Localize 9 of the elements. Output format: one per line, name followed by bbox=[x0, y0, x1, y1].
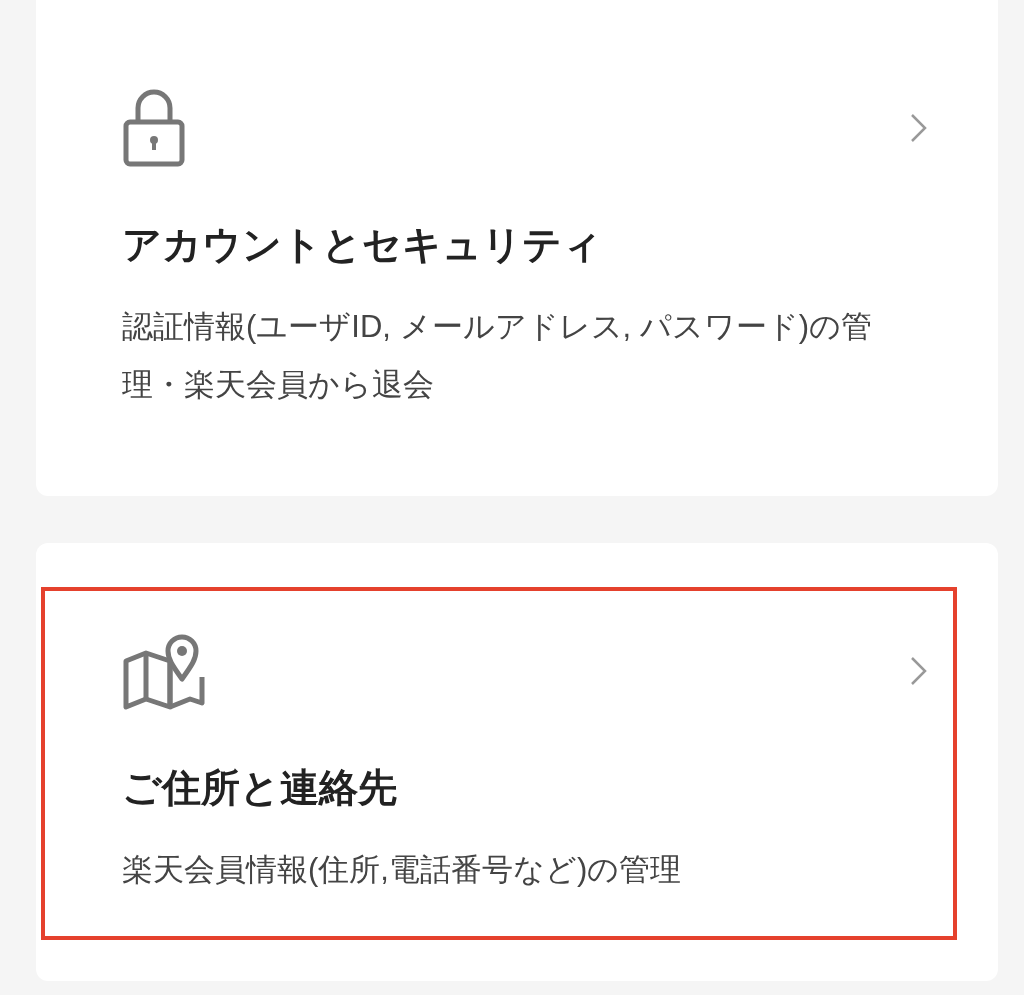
chevron-right-icon bbox=[910, 113, 928, 143]
card-title: アカウントとセキュリティ bbox=[122, 222, 603, 268]
card-title: ご住所と連絡先 bbox=[122, 765, 398, 811]
lock-icon bbox=[122, 88, 186, 168]
card-description: 認証情報(ユーザID, メールアドレス, パスワード)の管理・楽天会員から退会 bbox=[122, 308, 874, 404]
card-description: 楽天会員情報(住所,電話番号など)の管理 bbox=[122, 851, 683, 889]
chevron-right-icon bbox=[910, 656, 928, 686]
menu-card[interactable]: アカウントとセキュリティ 認証情報(ユーザID, メールアドレス, パスワード)の管理・楽天会員から退会 bbox=[36, 0, 998, 496]
menu-card[interactable]: ご住所と連絡先 楽天会員情報(住所,電話番号など)の管理 bbox=[36, 543, 998, 981]
